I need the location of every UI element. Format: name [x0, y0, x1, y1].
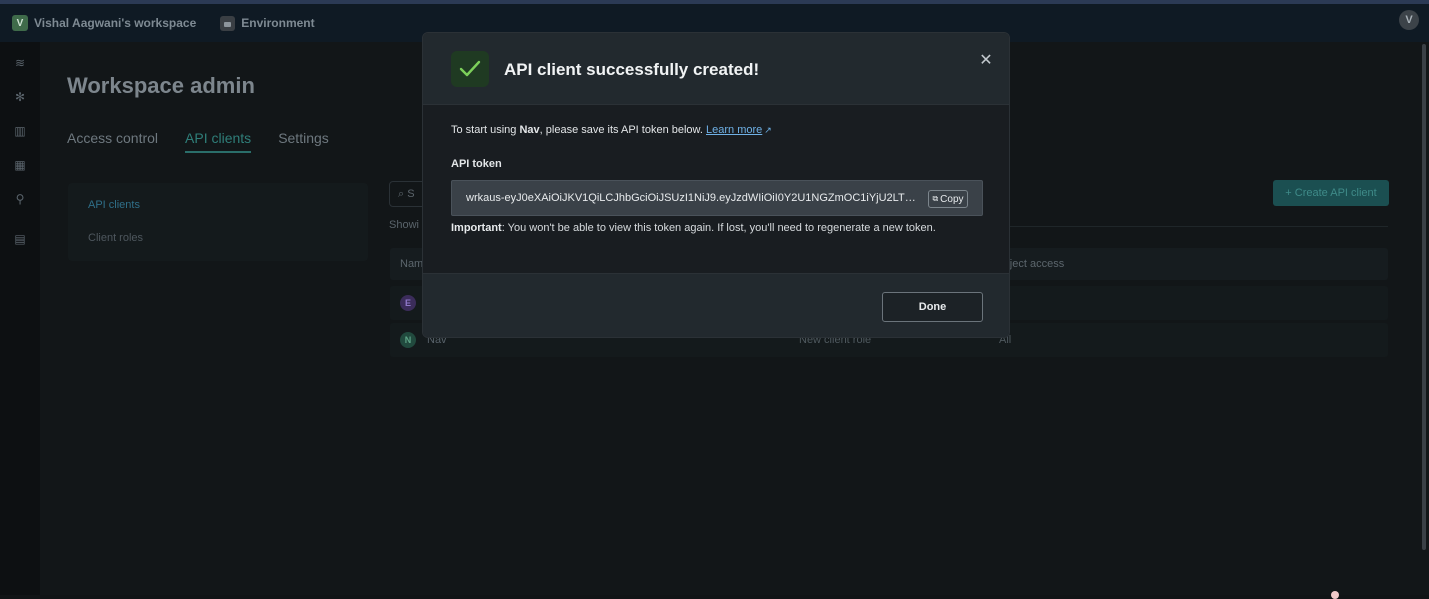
token-field[interactable]: wrkaus-eyJ0eXAiOiJKV1QiLCJhbGciOiJSUzI1N… — [451, 180, 983, 216]
dialog-header: API client successfully created! ✕ — [423, 33, 1009, 105]
copy-button[interactable]: ⧉ Copy — [928, 190, 968, 208]
success-check-icon — [451, 51, 489, 87]
intro-prefix: To start using — [451, 124, 520, 136]
important-notice: Important: You won't be able to view thi… — [451, 222, 936, 234]
dialog-title: API client successfully created! — [504, 60, 760, 79]
copy-label: Copy — [940, 193, 964, 205]
token-label: API token — [451, 158, 502, 170]
important-text: : You won't be able to view this token a… — [501, 222, 936, 234]
done-button[interactable]: Done — [882, 292, 983, 322]
client-name-strong: Nav — [519, 124, 540, 136]
notification-dot — [1331, 591, 1339, 599]
important-label: Important — [451, 222, 502, 234]
api-client-created-dialog: API client successfully created! ✕ To st… — [422, 32, 1010, 338]
token-value[interactable]: wrkaus-eyJ0eXAiOiJKV1QiLCJhbGciOiJSUzI1N… — [466, 192, 922, 204]
learn-more-link[interactable]: Learn more — [706, 124, 762, 136]
copy-icon: ⧉ — [932, 194, 939, 203]
dialog-intro-text: To start using Nav, please save its API … — [451, 124, 772, 136]
external-link-icon: ↗ — [764, 125, 772, 135]
dialog-footer: Done — [423, 273, 1009, 337]
intro-suffix: , please save its API token below. — [539, 124, 706, 136]
close-icon[interactable]: ✕ — [978, 53, 994, 69]
